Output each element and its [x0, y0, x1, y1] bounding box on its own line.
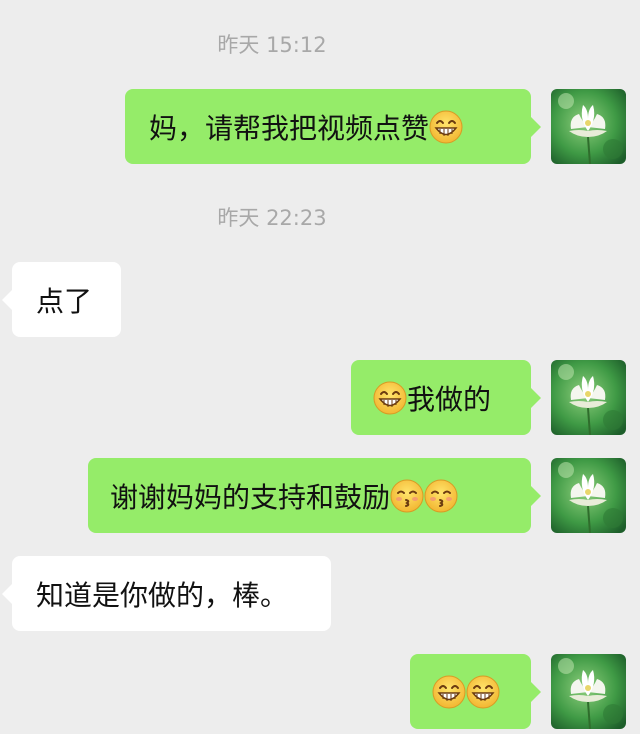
message-bubble-outgoing[interactable]: 我做的	[351, 360, 541, 435]
message-bubble-outgoing[interactable]	[410, 654, 541, 729]
grin-emoji-icon	[429, 110, 463, 144]
timestamp: 昨天 22:23	[217, 206, 327, 230]
message-bubble-incoming[interactable]: 点了	[2, 262, 121, 337]
lotus-avatar-icon	[551, 458, 626, 533]
message-text: 我做的	[407, 382, 492, 416]
lotus-avatar-icon	[551, 89, 626, 164]
avatar[interactable]	[551, 360, 626, 435]
message-text: 妈，请帮我把视频点赞	[149, 111, 430, 145]
message-text: 谢谢妈妈的支持和鼓励	[110, 480, 391, 514]
avatar[interactable]	[551, 89, 626, 164]
lotus-avatar-icon	[551, 360, 626, 435]
message-bubble-incoming[interactable]: 知道是你做的，棒。	[2, 556, 331, 631]
message-bubble-outgoing[interactable]: 妈，请帮我把视频点赞	[125, 89, 541, 164]
message-bubble-outgoing[interactable]: 谢谢妈妈的支持和鼓励	[88, 458, 541, 533]
kiss-emoji-icon	[390, 479, 424, 513]
avatar[interactable]	[551, 458, 626, 533]
message-text: 知道是你做的，棒。	[36, 578, 289, 612]
avatar[interactable]	[551, 654, 626, 729]
grin-emoji-icon	[432, 675, 466, 709]
grin-emoji-icon	[373, 381, 407, 415]
grin-emoji-icon	[466, 675, 500, 709]
lotus-avatar-icon	[551, 654, 626, 729]
message-text: 点了	[36, 284, 93, 318]
kiss-emoji-icon	[424, 479, 458, 513]
timestamp: 昨天 15:12	[217, 33, 327, 57]
